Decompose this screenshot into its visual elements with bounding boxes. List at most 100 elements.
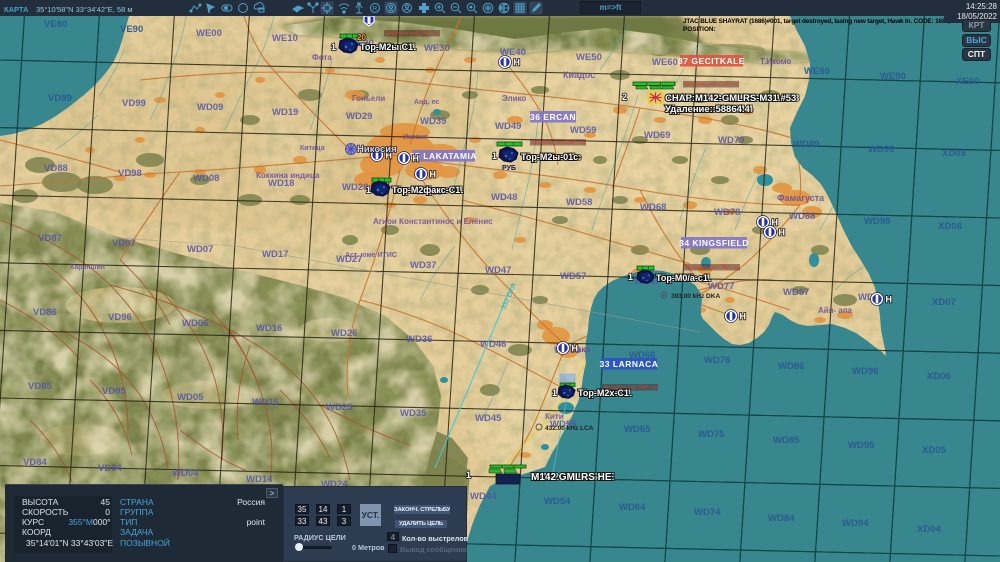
svg-text:WD16: WD16 <box>256 323 282 334</box>
svg-text:Аст. юме ИТИС: Аст. юме ИТИС <box>345 252 397 259</box>
svg-text:launches red CAP: no: launches red CAP: no <box>532 140 586 146</box>
svg-text:Тор-М2х-С1: Тор-М2х-С1 <box>578 388 629 398</box>
svg-text:WD45: WD45 <box>475 413 502 424</box>
svg-text:СНАР:М142-GMLRS-М31 #53: СНАР:М142-GMLRS-М31 #53 <box>665 93 796 104</box>
svg-text:1: 1 <box>552 388 557 398</box>
svg-text:Айя- апа: Айя- апа <box>818 306 853 315</box>
svg-text:ака: ака <box>577 345 590 354</box>
svg-text:WD86: WD86 <box>778 361 804 372</box>
svg-text:WE00: WE00 <box>196 28 222 39</box>
svg-text:37 GECITKALE: 37 GECITKALE <box>678 56 745 66</box>
svg-text:Тор-М2ы С1: Тор-М2ы С1 <box>360 42 413 52</box>
svg-text:20: 20 <box>357 33 366 42</box>
svg-text:WE60: WE60 <box>652 57 678 68</box>
svg-text:XD07: XD07 <box>932 297 956 308</box>
svg-text:WD08: WD08 <box>193 173 219 184</box>
svg-text:WD96: WD96 <box>852 366 878 377</box>
svg-text:М142 GMLRS HE: М142 GMLRS HE <box>531 472 612 483</box>
svg-text:WD58: WD58 <box>566 197 592 208</box>
svg-text:1: 1 <box>492 151 497 161</box>
svg-text:35 LAKATAMIA: 35 LAKATAMIA <box>410 151 477 161</box>
svg-text:Н: Н <box>740 312 747 322</box>
svg-text:1: 1 <box>466 470 471 480</box>
svg-text:WD25: WD25 <box>326 402 353 413</box>
svg-text:WD69: WD69 <box>644 130 670 141</box>
svg-text:WD05: WD05 <box>177 392 204 403</box>
svg-text:WE30: WE30 <box>424 43 450 54</box>
svg-text:R: R <box>373 7 378 13</box>
svg-text:1: 1 <box>366 185 371 195</box>
svg-text:Н: Н <box>430 170 437 180</box>
svg-text:WD77: WD77 <box>708 281 734 292</box>
svg-text:WD48: WD48 <box>491 192 517 203</box>
svg-text:WD39: WD39 <box>420 116 446 127</box>
svg-text:36 ERCAN: 36 ERCAN <box>530 112 576 122</box>
svg-text:WD46: WD46 <box>480 339 506 350</box>
svg-text:РУБ: РУБ <box>502 165 516 172</box>
svg-text:WD49: WD49 <box>495 121 521 132</box>
svg-text:XD08: XD08 <box>938 221 962 232</box>
svg-text:WD75: WD75 <box>698 429 725 440</box>
svg-text:Коккина индица: Коккина индица <box>256 171 320 180</box>
svg-text:WD68: WD68 <box>640 202 666 213</box>
svg-text:1: 1 <box>331 42 336 52</box>
svg-text:WD29: WD29 <box>346 111 372 122</box>
svg-text:VD98: VD98 <box>118 168 142 179</box>
svg-text:WD15: WD15 <box>252 397 279 408</box>
svg-text:VD96: VD96 <box>108 312 132 323</box>
svg-text:WD74: WD74 <box>694 507 721 518</box>
svg-text:WD95: WD95 <box>848 440 875 451</box>
svg-text:Карапшин: Карапшин <box>70 264 105 271</box>
svg-text:WD65: WD65 <box>624 424 651 435</box>
svg-text:WD59: WD59 <box>570 125 596 136</box>
svg-text:VE80: VE80 <box>44 19 67 30</box>
svg-text:WE50: WE50 <box>576 52 602 63</box>
svg-text:Фамагуста: Фамагуста <box>777 193 825 203</box>
svg-text:XE00: XE00 <box>956 76 979 87</box>
svg-text:WE10: WE10 <box>272 33 298 44</box>
svg-text:launches red CAP: no: launches red CAP: no <box>686 265 740 271</box>
svg-text:VD85: VD85 <box>28 381 52 392</box>
svg-text:WD87: WD87 <box>783 287 809 298</box>
svg-text:WD54: WD54 <box>544 496 571 507</box>
svg-text:WD89: WD89 <box>793 139 819 150</box>
svg-text:XD04: XD04 <box>917 524 941 535</box>
svg-text:VD97: VD97 <box>112 238 136 249</box>
svg-text:Китица: Китица <box>300 145 325 152</box>
svg-text:WD36: WD36 <box>406 334 432 345</box>
svg-text:WD98: WD98 <box>864 216 890 227</box>
svg-text:Икосия: Икосия <box>403 134 428 141</box>
svg-text:WD35: WD35 <box>400 408 427 419</box>
svg-text:WD76: WD76 <box>704 355 730 366</box>
svg-text:launches red CAP: no: launches red CAP: no <box>386 31 440 37</box>
svg-text:WD78: WD78 <box>714 207 740 218</box>
svg-text:VD84: VD84 <box>23 457 47 468</box>
svg-text:WD85: WD85 <box>773 435 800 446</box>
svg-text:WD57: WD57 <box>560 271 586 282</box>
svg-text:WD47: WD47 <box>485 265 511 276</box>
svg-text:WD64: WD64 <box>619 502 646 513</box>
svg-text:VD87: VD87 <box>38 233 62 244</box>
svg-text:VE90: VE90 <box>120 24 143 35</box>
svg-text:Никосия: Никосия <box>357 144 397 155</box>
svg-text:WE90: WE90 <box>880 71 906 82</box>
svg-text:Н: Н <box>886 295 893 305</box>
svg-text:Фота: Фота <box>312 53 332 62</box>
svg-text:VD99: VD99 <box>122 98 146 109</box>
svg-text:WD79: WD79 <box>718 135 744 146</box>
svg-text:VD95: VD95 <box>102 386 126 397</box>
svg-text:Агиои Константинос и Елёнис: Агиои Константинос и Елёнис <box>373 217 493 226</box>
svg-text:432.00 kHz LCA: 432.00 kHz LCA <box>545 425 594 432</box>
svg-text:Элико: Элико <box>502 94 526 103</box>
svg-text:WD06: WD06 <box>182 318 208 329</box>
svg-text:WD28: WD28 <box>342 182 368 193</box>
svg-text:WD94: WD94 <box>842 518 869 529</box>
svg-text:VD94: VD94 <box>98 463 122 474</box>
svg-text:XD06: XD06 <box>927 371 951 382</box>
svg-text:Тор-М2ы-01с: Тор-М2ы-01с <box>521 152 578 162</box>
svg-text:Анд. ес: Анд. ес <box>414 99 439 106</box>
svg-text:XD05: XD05 <box>922 445 946 456</box>
svg-text:WD99: WD99 <box>868 144 894 155</box>
svg-text:XD09: XD09 <box>942 148 966 159</box>
svg-text:WD26: WD26 <box>331 328 357 339</box>
